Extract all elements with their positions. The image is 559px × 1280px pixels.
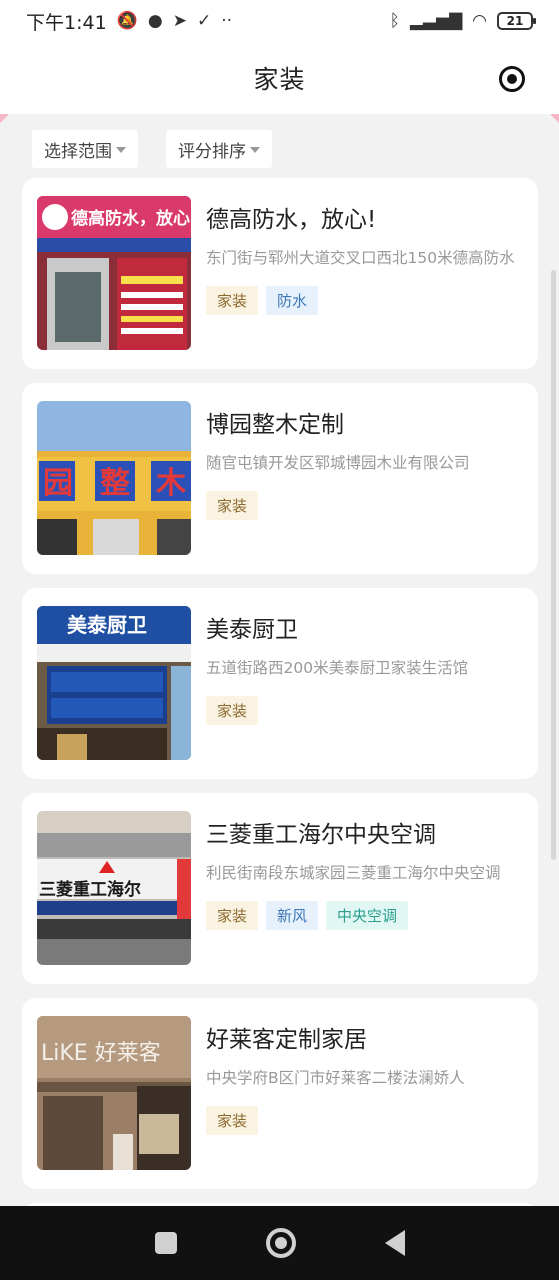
svg-text:德高防水，放心!: 德高防水，放心! [71,208,191,229]
filter-range-label: 选择范围 [44,141,112,162]
tag-badge: 家装 [206,491,259,520]
page-title: 家装 [253,65,306,94]
store-name: 美泰厨卫 [206,617,298,643]
filter-range-dropdown[interactable]: 选择范围 [32,130,138,168]
store-address: 中央学府B区门市好莱客二楼法澜娇人 [206,1069,465,1087]
store-address: 五道街路西200米美泰厨卫家装生活馆 [206,659,469,677]
record-icon[interactable] [499,66,525,92]
battery-icon: 21 [497,12,536,30]
store-tags: 家装 [206,1106,516,1135]
store-tags: 家装 [206,696,516,725]
svg-text:美泰厨卫: 美泰厨卫 [67,613,147,637]
status-bar: 下午1:41 🔕 ● ➤ ✓ ·· ᛒ ▂▃▅▇ ◠ 21 [0,0,559,42]
store-photo: LiKE 好莱客 [37,1016,191,1170]
filter-sort-dropdown[interactable]: 评分排序 [166,130,272,168]
store-tags: 家装 新风 中央空调 [206,901,516,930]
store-name: 德高防水，放心! [206,207,377,233]
store-address: 利民街南段东城家园三菱重工海尔中央空调 [206,864,501,882]
store-card[interactable]: 园 整 木 博园整木定制 随官屯镇开发区郓城博园木业有限公司 家装 [22,383,538,574]
system-nav-bar [0,1206,559,1280]
recent-apps-icon[interactable] [154,1232,177,1254]
svg-text:三菱重工海尔: 三菱重工海尔 [39,879,141,900]
signal-icon: ▂▃▅▇ [409,10,463,31]
store-tags: 家装 [206,491,516,520]
scrollbar[interactable] [551,270,556,860]
home-icon[interactable] [265,1228,296,1258]
caret-down-icon [250,147,260,153]
store-name: 好莱客定制家居 [206,1027,367,1053]
svg-text:园: 园 [43,466,73,501]
store-photo: 德高防水，放心! [37,196,191,350]
store-name: 三菱重工海尔中央空调 [206,822,436,848]
status-time: 下午1:41 [26,11,107,34]
tag-badge: 家装 [206,901,259,930]
tag-badge: 家装 [206,286,259,315]
store-address: 东门街与郓州大道交叉口西北150米德高防水 [206,249,515,267]
page-header: 家装 [0,42,559,114]
chat-icon: ● [147,10,163,31]
filter-bar: 选择范围 评分排序 [32,130,272,168]
store-card[interactable]: 德高防水，放心! 德高防水，放心! 东门街与郓州大道交叉口西北150米德高防水 … [22,178,538,369]
svg-text:木: 木 [155,466,186,501]
store-card[interactable]: 美泰厨卫 美泰厨卫 五道街路西200米美泰厨卫家装生活馆 家装 [22,588,538,779]
check-icon: ✓ [196,10,212,31]
tag-badge: 家装 [206,1106,259,1135]
wifi-icon: ◠ [472,10,487,31]
store-photo: 园 整 木 [37,401,191,555]
mute-icon: 🔕 [116,10,138,31]
more-icon: ·· [221,10,232,31]
decoration-corner [0,114,8,124]
tag-badge: 新风 [266,901,319,930]
tag-badge: 防水 [266,286,319,315]
telegram-icon: ➤ [172,10,187,31]
store-card[interactable]: 三菱重工海尔 三菱重工海尔中央空调 利民街南段东城家园三菱重工海尔中央空调 家装… [22,793,538,984]
back-icon[interactable] [384,1230,405,1256]
tag-badge: 家装 [206,696,259,725]
svg-text:整: 整 [100,466,130,501]
store-photo: 美泰厨卫 [37,606,191,760]
filter-sort-label: 评分排序 [178,141,246,162]
store-card[interactable]: LiKE 好莱客 好莱客定制家居 中央学府B区门市好莱客二楼法澜娇人 家装 [22,998,538,1189]
bluetooth-icon: ᛒ [389,10,400,31]
caret-down-icon [116,147,126,153]
store-name: 博园整木定制 [206,412,344,438]
store-photo: 三菱重工海尔 [37,811,191,965]
store-tags: 家装 防水 [206,286,516,315]
decoration-corner [551,114,559,124]
store-address: 随官屯镇开发区郓城博园木业有限公司 [206,454,470,472]
svg-text:LiKE 好莱客: LiKE 好莱客 [41,1041,161,1066]
tag-badge: 中央空调 [326,901,409,930]
